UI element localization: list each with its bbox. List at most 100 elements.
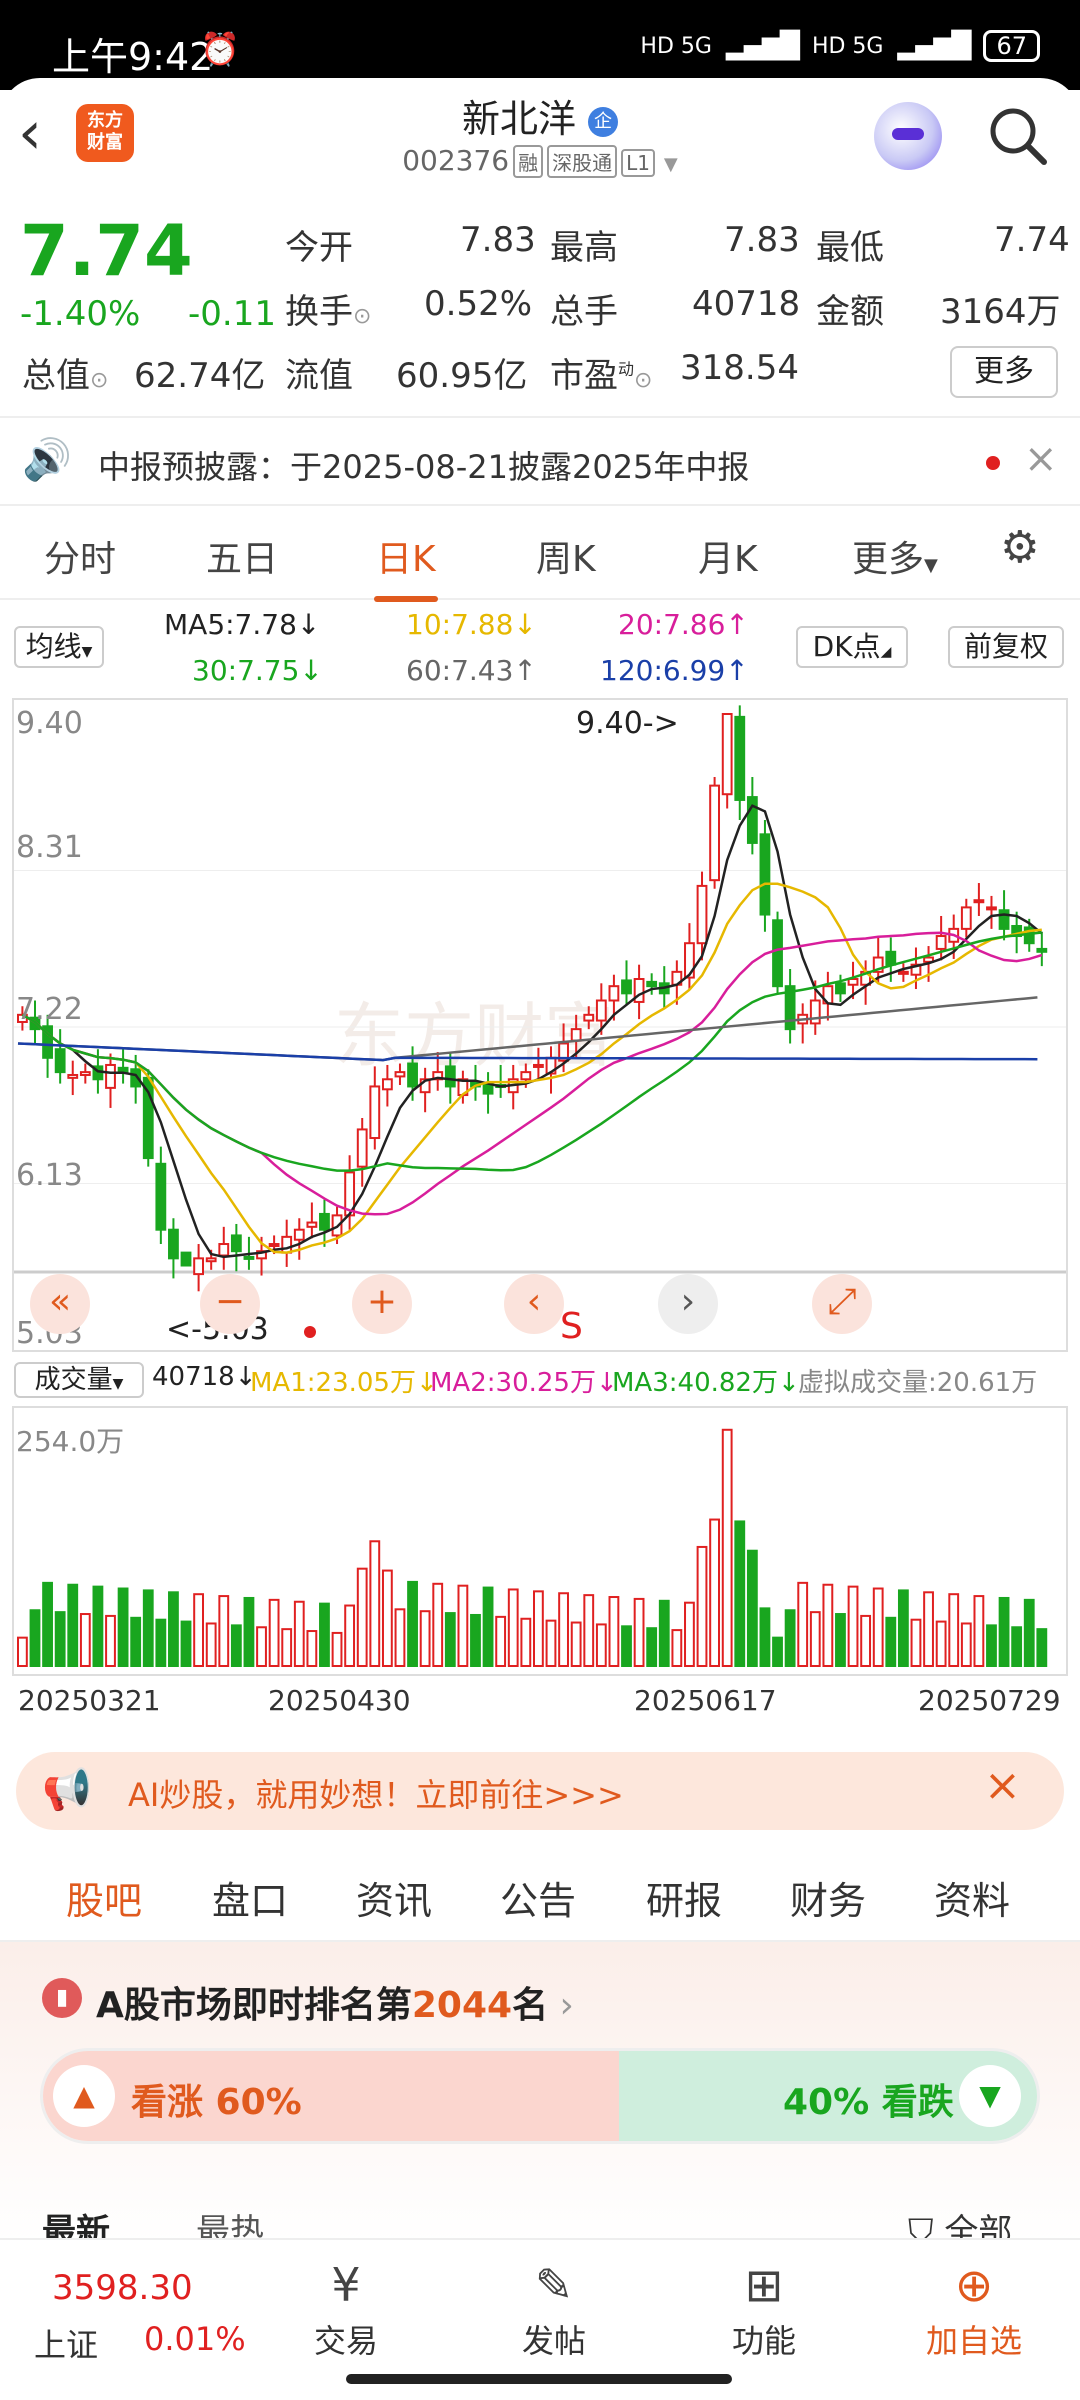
down-arrow-icon[interactable]: ▼ [959, 2065, 1021, 2127]
tab-profile[interactable]: 资料 [934, 1870, 1010, 1925]
volume-bar [155, 1618, 167, 1668]
battery-icon: 67 [983, 30, 1040, 62]
volume-bar [17, 1636, 28, 1668]
up-arrow-icon[interactable]: ▲ [53, 2065, 115, 2127]
candle [709, 784, 721, 882]
float-cap-label: 流值 [285, 356, 353, 396]
low-label: 最低 [816, 228, 884, 268]
volume-bar [142, 1589, 154, 1668]
tab-more[interactable]: 更多▼ [852, 530, 938, 582]
more-button[interactable]: 更多 [950, 346, 1058, 398]
prev-button[interactable]: ‹ [504, 1274, 564, 1334]
dk-point-button[interactable]: DK点◢ [796, 626, 908, 668]
tab-announcements[interactable]: 公告 [500, 1870, 576, 1925]
candle [973, 899, 985, 904]
candle [105, 1063, 116, 1089]
ai-banner[interactable]: 📢 AI炒股，就用妙想！立即前往>>> × [16, 1752, 1064, 1830]
settings-icon[interactable]: ⚙ [1000, 522, 1039, 573]
tag-connect: 深股通 [547, 145, 618, 178]
nav-add-watchlist[interactable]: ⊕ 加自选 [904, 2254, 1044, 2362]
volume-max-label: 254.0万 [16, 1425, 125, 1458]
chart-tabs: 分时 五日 日K 周K 月K 更多▼ ⚙ [0, 508, 1080, 602]
alarm-icon: ⏰ [200, 30, 240, 68]
index-value[interactable]: 3598.30 [52, 2268, 193, 2308]
tab-five-day[interactable]: 五日 [206, 530, 278, 582]
volume-bar [671, 1629, 683, 1667]
kline-chart[interactable]: 东方财富 9.40 8.31 7.22 6.13 5.03 9.40-> <-5… [12, 698, 1068, 1352]
nav-functions[interactable]: ⊞ 功能 [694, 2254, 834, 2362]
candle [595, 999, 607, 1022]
assistant-avatar[interactable] [874, 102, 942, 170]
rank-text[interactable]: A股市场即时排名第2044名 › [96, 1976, 574, 2028]
market-cap-label: 总值⊙ [22, 356, 109, 396]
quote-panel: 7.74 -1.40% -0.11 今开 7.83 最高 7.83 最低 7.7… [0, 198, 1080, 418]
vote-bar: ▲ 看涨 60% 40% 看跌 ▼ [40, 2048, 1040, 2144]
tab-forum[interactable]: 股吧 [66, 1870, 142, 1949]
volume-bar [117, 1587, 129, 1667]
tag-margin: 融 [513, 145, 544, 178]
zoom-out-button[interactable]: − [200, 1274, 260, 1334]
volume-chart[interactable]: 254.0万 20250321 20250430 20250617 202507… [12, 1406, 1068, 1717]
candle [230, 1234, 242, 1253]
candle [533, 1063, 544, 1068]
ma-selector[interactable]: 均线▼ [14, 626, 104, 668]
open-value: 7.83 [460, 220, 536, 260]
dropdown-icon[interactable]: ▼ [664, 154, 678, 175]
volume-bar [935, 1620, 947, 1667]
volume-bar [835, 1613, 846, 1667]
tab-weekly-k[interactable]: 周K [536, 530, 596, 582]
tab-orderbook[interactable]: 盘口 [212, 1870, 288, 1925]
bottom-nav: 3598.30 上证 0.01% ¥ 交易 ✎ 发帖 ⊞ 功能 ⊕ 加自选 [0, 2238, 1080, 2400]
grid-icon: ⊞ [744, 2258, 784, 2312]
virtual-volume: 虚拟成交量:20.61万 [798, 1368, 1038, 1398]
tab-monthly-k[interactable]: 月K [698, 530, 758, 582]
high-label: 最高 [550, 228, 618, 268]
volume-bar [168, 1591, 179, 1667]
vol-ma2: MA2:30.25万↓ [430, 1368, 618, 1398]
candle [696, 884, 708, 945]
candle [319, 1212, 330, 1231]
candle [180, 1251, 192, 1267]
volume-bar [407, 1580, 418, 1668]
tab-research[interactable]: 研报 [646, 1870, 722, 1925]
nav-post[interactable]: ✎ 发帖 [484, 2254, 624, 2362]
candle [205, 1257, 217, 1263]
volume-bar [495, 1615, 507, 1667]
banner-close-icon[interactable]: × [984, 1760, 1021, 1811]
volume-bar [583, 1594, 595, 1668]
volume-bar [872, 1587, 884, 1667]
volume-bar [847, 1585, 859, 1668]
search-icon[interactable] [986, 104, 1050, 168]
volume-value: 40718 [692, 284, 801, 324]
candle [759, 833, 771, 916]
zoom-in-button[interactable]: + [352, 1274, 412, 1334]
volume-bar [709, 1518, 721, 1667]
tab-intraday[interactable]: 分时 [44, 530, 116, 582]
volume-bar [369, 1540, 381, 1667]
nav-trade[interactable]: ¥ 交易 [276, 2254, 416, 2362]
index-change[interactable]: 0.01% [144, 2320, 246, 2358]
next-button[interactable]: › [658, 1274, 718, 1334]
tab-finance[interactable]: 财务 [790, 1870, 866, 1925]
scroll-left-button[interactable]: « [30, 1274, 90, 1334]
y-label-2: 8.31 [16, 830, 83, 865]
tab-daily-k[interactable]: 日K [374, 530, 438, 602]
notice-bar[interactable]: 🔊 中报预披露：于2025-08-21披露2025年中报 × [0, 418, 1080, 506]
volume-bar [281, 1628, 293, 1668]
candle [583, 1013, 595, 1022]
adjust-button[interactable]: 前复权 [948, 626, 1064, 668]
close-icon[interactable]: × [1024, 436, 1058, 482]
candle [608, 985, 620, 1002]
expand-icon[interactable]: ⤢ [812, 1274, 872, 1334]
volume-selector[interactable]: 成交量▼ [14, 1362, 144, 1398]
index-name[interactable]: 上证 [34, 2320, 98, 2366]
edit-icon: ✎ [534, 2258, 574, 2312]
candle [218, 1243, 230, 1257]
candle [885, 950, 897, 966]
turnover-label: 换手⊙ [285, 292, 372, 332]
tab-news[interactable]: 资讯 [356, 1870, 432, 1925]
volume-bar [860, 1614, 872, 1668]
date-label-4: 20250729 [918, 1684, 1061, 1717]
candle [369, 1085, 381, 1140]
date-label-1: 20250321 [18, 1684, 161, 1717]
